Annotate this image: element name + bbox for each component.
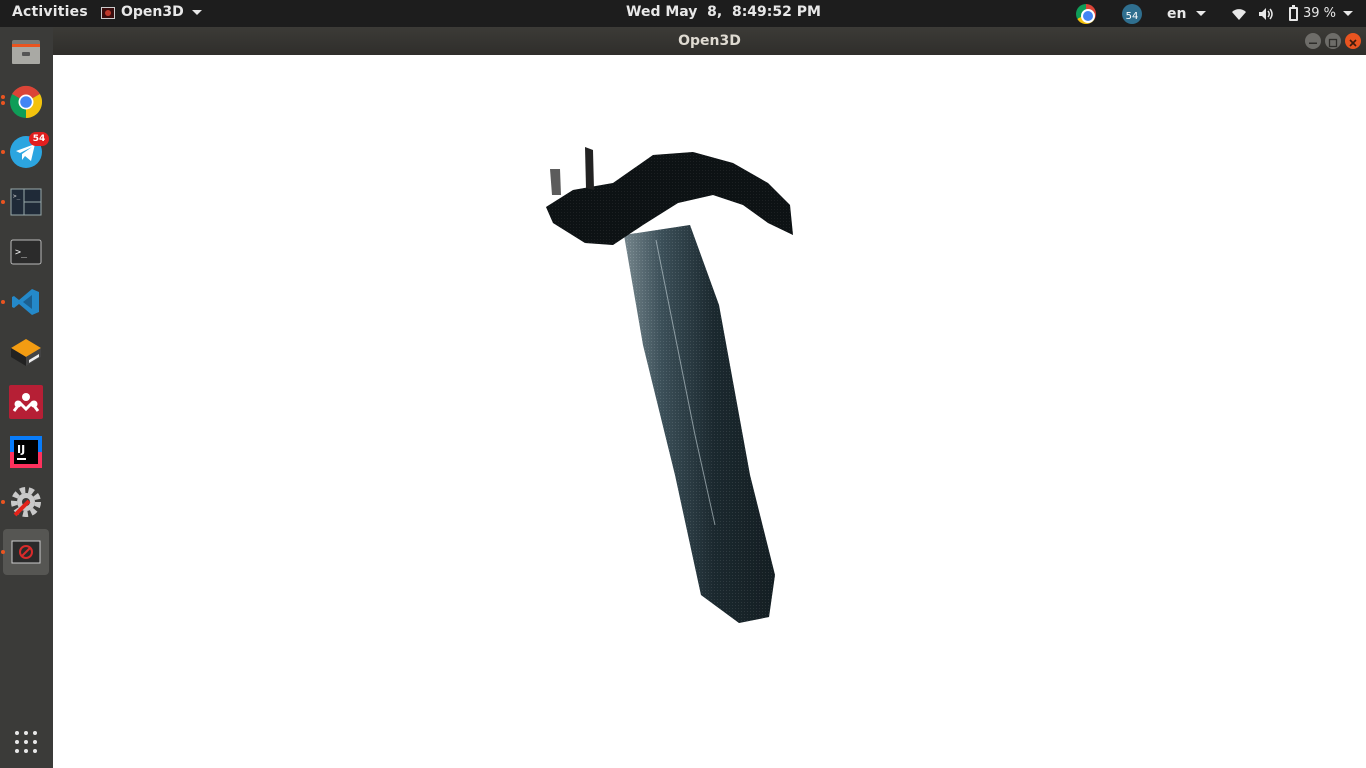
app-menu-label: Open3D [121,4,184,20]
telegram-tray-icon[interactable]: 54 [1122,0,1142,27]
wifi-icon[interactable] [1231,0,1247,27]
files-icon [12,40,40,64]
maximize-icon [1328,38,1338,48]
intellij-icon: IJ [10,436,42,468]
telegram-tray-count: 54 [1122,3,1142,24]
chrome-icon [10,85,43,119]
gear-icon [11,487,41,517]
dock-settings[interactable] [1,479,49,525]
open3d-viewport[interactable] [53,55,1366,768]
battery-percent: 39 % [1303,6,1337,21]
svg-text:IJ: IJ [17,443,25,456]
language-label: en [1167,5,1187,22]
chevron-down-icon [1343,11,1354,16]
chevron-down-icon [1196,11,1207,16]
dock-terminal[interactable]: >_ [3,229,49,275]
dock-intellij[interactable]: IJ [3,429,49,475]
close-icon [1349,39,1357,47]
sublime-merge-icon [11,339,41,366]
svg-text:>_: >_ [13,193,21,200]
activities-button[interactable]: Activities [12,4,88,20]
mendeley-icon [9,385,43,419]
telegram-badge: 54 [29,132,49,146]
dock-chrome[interactable] [1,79,49,125]
minimize-icon [1309,42,1317,44]
top-panel: Activities Open3D Wed May 8, 8:49:52 PM … [0,0,1366,27]
dock-vscode[interactable] [1,279,49,325]
split-terminal-icon: >_ [10,188,42,216]
dock-telegram[interactable]: 54 [1,129,49,175]
window-titlebar[interactable]: Open3D [53,27,1366,55]
open3d-app-icon [101,6,115,19]
close-button[interactable] [1345,33,1361,49]
dock-sublime-merge[interactable] [3,329,49,375]
vscode-icon [12,289,39,315]
app-grid-icon [15,731,37,753]
battery-icon [1289,4,1298,21]
terminal-icon: >_ [10,239,42,265]
show-applications-button[interactable] [3,719,49,765]
dock-open3d[interactable] [1,529,49,575]
chrome-tray-icon[interactable] [1076,0,1096,27]
open3d-icon [11,540,41,564]
volume-icon[interactable] [1258,0,1274,27]
battery-indicator[interactable]: 39 % [1289,0,1354,27]
svg-text:>_: >_ [15,247,28,258]
language-selector[interactable]: en [1167,0,1207,27]
dock-files[interactable] [3,29,49,75]
chevron-down-icon [191,9,202,15]
dock: 54 >_ >_ IJ [0,27,53,768]
app-menu[interactable]: Open3D [101,4,202,20]
dock-mendeley[interactable] [3,379,49,425]
window-title: Open3D [678,33,741,49]
clock[interactable]: Wed May 8, 8:49:52 PM [626,4,821,20]
hammer-point-cloud[interactable] [53,55,1366,768]
minimize-button[interactable] [1305,33,1321,49]
dock-terminator[interactable]: >_ [1,179,49,225]
maximize-button[interactable] [1325,33,1341,49]
